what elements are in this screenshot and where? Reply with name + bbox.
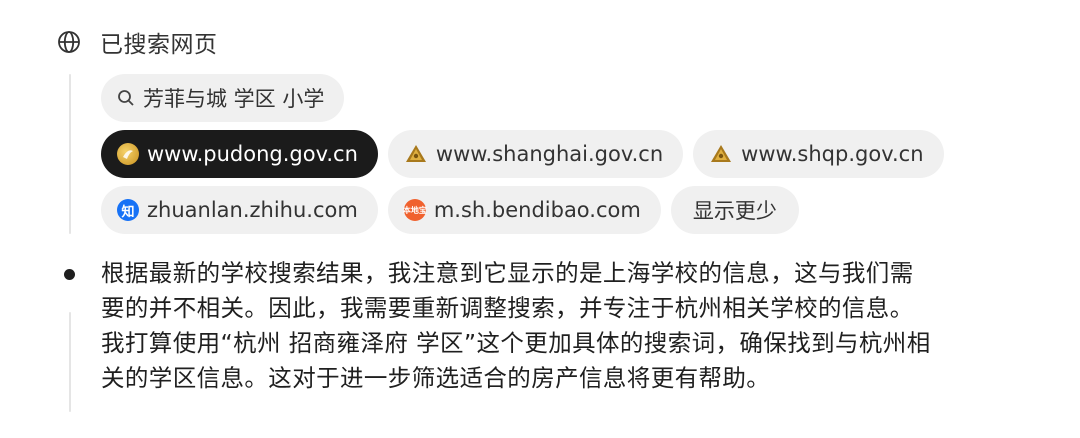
sources-row-2: 知 zhuanlan.zhihu.com 本地宝 m.sh.bendibao.c… [101,186,1061,234]
assistant-message-text: 根据最新的学校搜索结果，我注意到它显示的是上海学校的信息，这与我们需 要的并不相… [101,259,931,392]
source-label: m.sh.bendibao.com [433,198,641,222]
search-icon [117,89,135,107]
show-less-button[interactable]: 显示更少 [670,186,799,234]
query-row: 芳菲与城 学区 小学 [101,74,1061,122]
thread-divider [69,74,71,234]
shanghai-gov-favicon-icon [404,143,428,165]
source-chip-shqp[interactable]: www.shqp.gov.cn [693,130,944,178]
source-label: www.shanghai.gov.cn [435,142,664,166]
source-chip-shanghai[interactable]: www.shanghai.gov.cn [387,130,684,178]
sources-row-1: www.pudong.gov.cn www.shanghai.gov.cn ww… [101,130,1061,178]
source-chip-bendibao[interactable]: 本地宝 m.sh.bendibao.com [387,186,661,234]
source-label: www.pudong.gov.cn [147,142,358,166]
source-label: zhuanlan.zhihu.com [147,198,358,222]
source-label: www.shqp.gov.cn [741,142,924,166]
header-title: 已搜索网页 [100,32,218,58]
search-query-text: 芳菲与城 学区 小学 [143,87,325,111]
search-status-header[interactable]: 已搜索网页 [56,22,218,62]
bullet-dot [64,269,75,280]
bendibao-favicon-icon: 本地宝 [403,199,427,221]
source-chip-pudong[interactable]: www.pudong.gov.cn [101,130,378,178]
shanghai-gov-favicon-icon [709,143,733,165]
search-results-panel: 芳菲与城 学区 小学 www.pudong.gov.cn www.shangha… [101,74,1061,242]
zhihu-favicon-icon: 知 [117,199,139,221]
source-chip-zhihu[interactable]: 知 zhuanlan.zhihu.com [101,186,378,234]
thread-divider [69,312,71,412]
globe-icon [56,29,82,55]
pudong-favicon-icon [117,143,139,165]
search-query-chip[interactable]: 芳菲与城 学区 小学 [101,74,345,122]
